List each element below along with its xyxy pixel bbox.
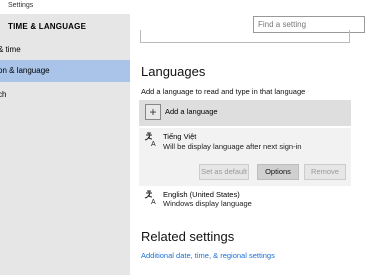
sidebar-header: TIME & LANGUAGE xyxy=(8,22,87,31)
sidebar-item-region-language[interactable]: on & language xyxy=(0,60,130,82)
language-description: Windows display language xyxy=(163,199,252,208)
options-button[interactable]: Options xyxy=(257,164,299,180)
language-icon: A xyxy=(142,131,158,148)
svg-text:A: A xyxy=(151,141,156,147)
additional-settings-link[interactable]: Additional date, time, & regional settin… xyxy=(141,251,275,260)
languages-subtitle: Add a language to read and type in that … xyxy=(141,87,306,96)
sidebar-item-label: & time xyxy=(0,45,21,54)
language-name[interactable]: English (United States) xyxy=(163,190,240,199)
language-item-vietnamese[interactable]: A Tiếng Việt Will be display language af… xyxy=(139,128,351,186)
sidebar-item-label: on & language xyxy=(0,66,50,75)
language-description: Will be display language after next sign… xyxy=(163,142,302,151)
sidebar: TIME & LANGUAGE & time on & language ch xyxy=(0,14,130,275)
title-bar: Settings xyxy=(0,0,375,14)
add-language-label: Add a language xyxy=(165,107,218,116)
sidebar-item-label: ch xyxy=(0,90,7,99)
dropdown-box[interactable] xyxy=(140,30,350,43)
search-placeholder: Find a setting xyxy=(258,20,307,29)
plus-icon: + xyxy=(145,104,161,120)
set-default-button[interactable]: Set as default xyxy=(199,164,249,180)
language-icon: A xyxy=(142,189,158,206)
window-title: Settings xyxy=(8,2,34,9)
add-language-button[interactable]: + Add a language xyxy=(139,100,351,126)
remove-button[interactable]: Remove xyxy=(304,164,346,180)
related-settings-heading: Related settings xyxy=(141,229,235,244)
language-name: Tiếng Việt xyxy=(163,132,197,141)
languages-heading: Languages xyxy=(141,64,206,79)
sidebar-item-date-time[interactable]: & time xyxy=(0,39,130,61)
svg-text:A: A xyxy=(151,199,156,205)
sidebar-item-speech[interactable]: ch xyxy=(0,84,130,106)
